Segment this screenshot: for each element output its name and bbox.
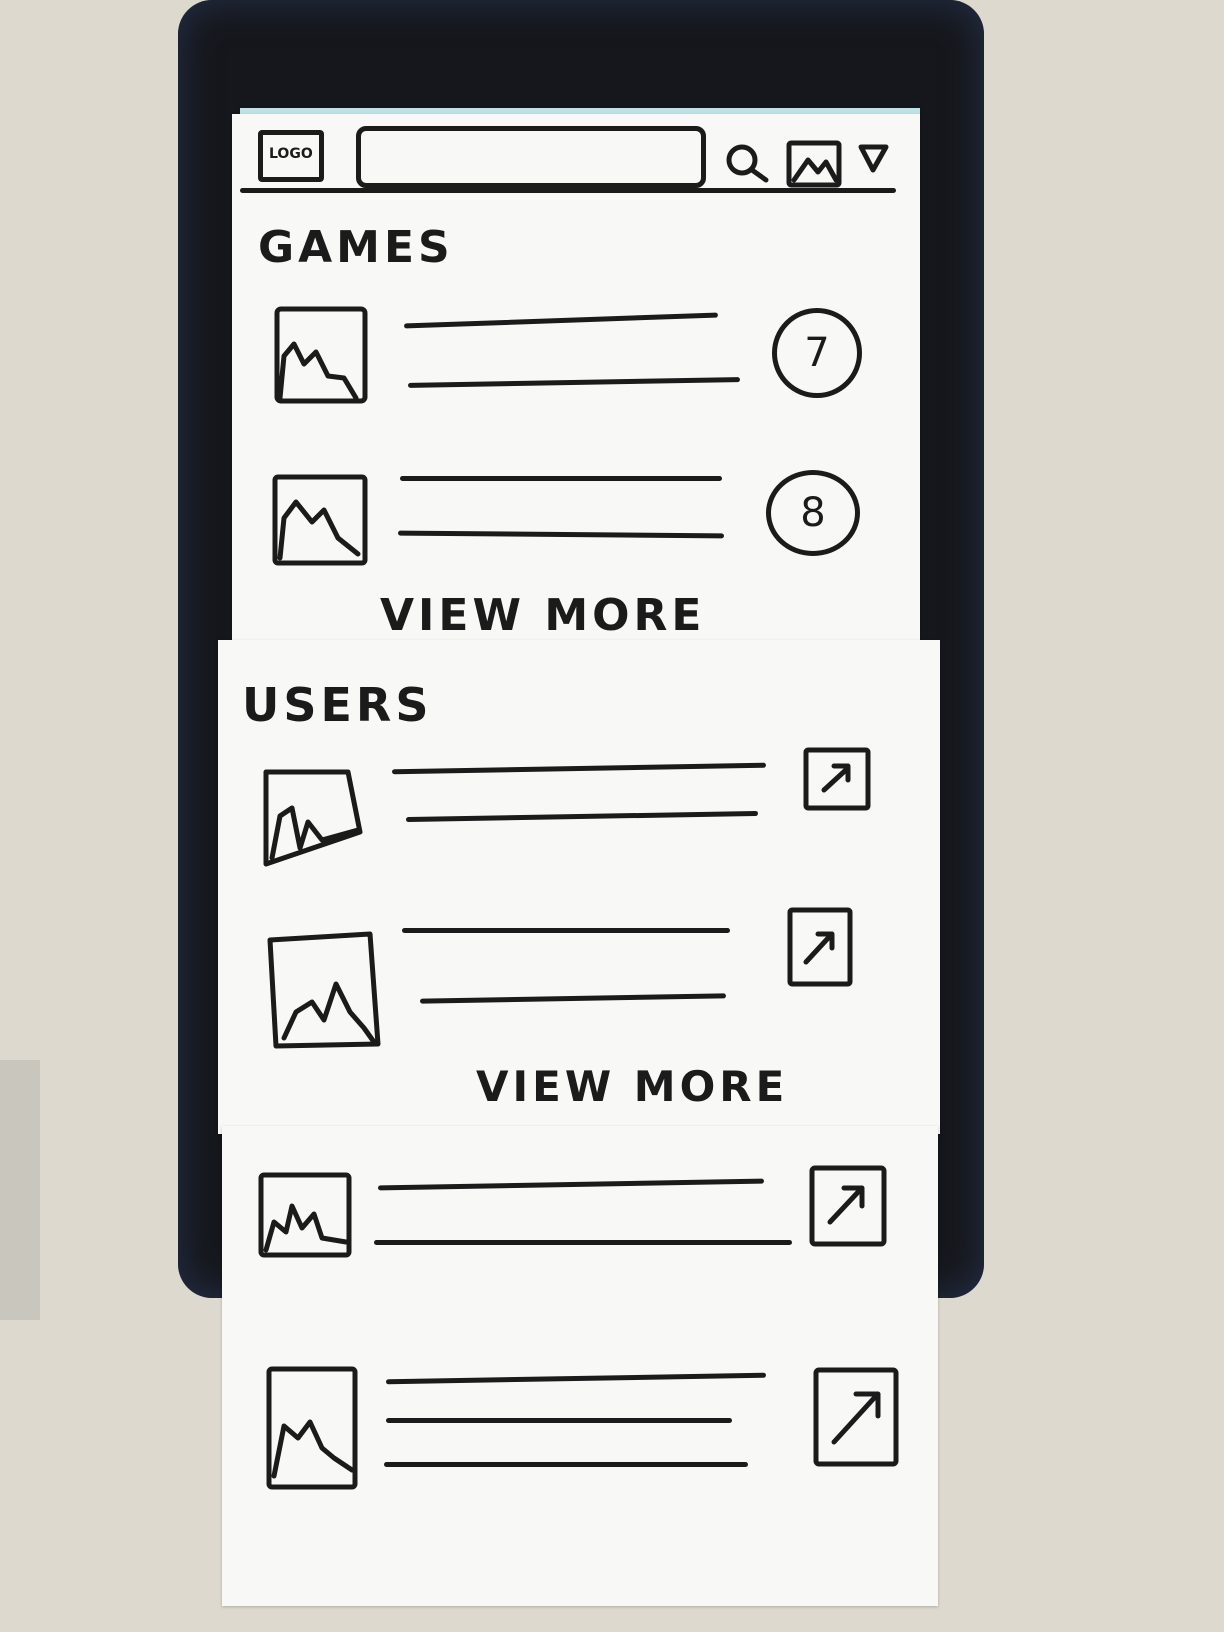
logo-text: LOGO [269, 146, 313, 162]
search-icon[interactable] [724, 142, 774, 192]
game-title-line [400, 476, 722, 481]
image-icon[interactable] [786, 140, 846, 190]
games-section-title: GAMES [258, 222, 454, 273]
search-input[interactable] [356, 126, 706, 188]
users-view-more-link[interactable]: VIEW MORE [476, 1062, 788, 1111]
users-section-title: USERS [242, 678, 433, 732]
user-avatar-image-icon [263, 769, 363, 867]
user-detail-line [386, 1418, 732, 1423]
user-avatar-image-icon [267, 931, 381, 1049]
user-name-line [402, 928, 730, 933]
dropdown-icon[interactable] [858, 144, 890, 174]
game-badge: 8 [766, 470, 860, 556]
user-detail-line [384, 1462, 748, 1467]
user-avatar-image-icon [258, 1172, 352, 1258]
header-divider [240, 188, 896, 193]
external-link-icon[interactable] [808, 1164, 888, 1250]
user-detail-line [374, 1240, 792, 1245]
user-avatar-image-icon [266, 1366, 358, 1490]
game-thumbnail-image-icon [272, 474, 368, 566]
games-view-more-link[interactable]: VIEW MORE [380, 590, 705, 641]
external-link-icon[interactable] [786, 906, 858, 990]
game-thumbnail-image-icon [274, 306, 368, 404]
external-link-icon[interactable] [802, 746, 874, 816]
external-link-icon[interactable] [812, 1366, 902, 1470]
desk-shadow [0, 1060, 40, 1320]
logo[interactable]: LOGO [258, 130, 324, 182]
game-badge: 7 [772, 308, 862, 398]
